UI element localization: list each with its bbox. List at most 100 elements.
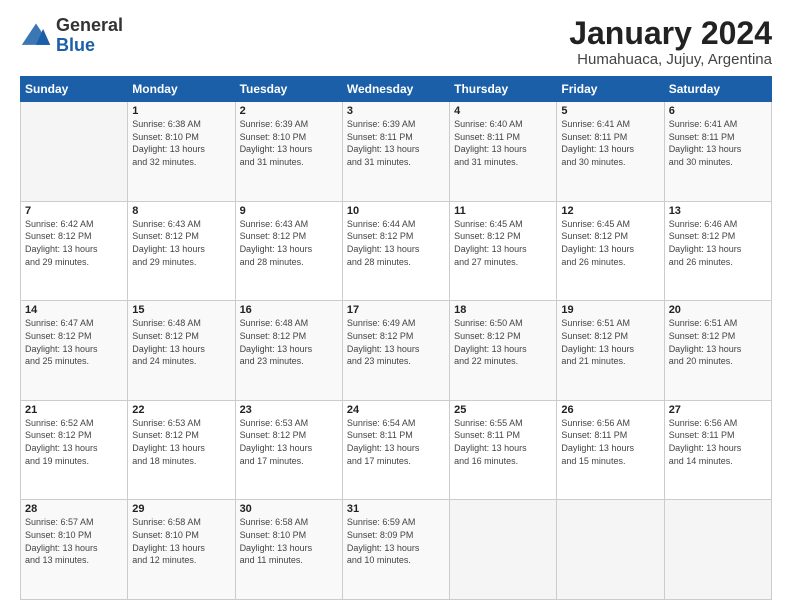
day-number: 19 — [561, 304, 659, 316]
day-number: 5 — [561, 105, 659, 117]
day-info: Sunrise: 6:40 AMSunset: 8:11 PMDaylight:… — [454, 118, 552, 168]
day-number: 3 — [347, 105, 445, 117]
day-number: 21 — [25, 404, 123, 416]
day-number: 30 — [240, 503, 338, 515]
day-info: Sunrise: 6:45 AMSunset: 8:12 PMDaylight:… — [454, 218, 552, 268]
logo: General Blue — [20, 16, 123, 56]
calendar-cell: 1Sunrise: 6:38 AMSunset: 8:10 PMDaylight… — [128, 102, 235, 202]
page: General Blue January 2024 Humahuaca, Juj… — [0, 0, 792, 612]
day-number: 4 — [454, 105, 552, 117]
day-info: Sunrise: 6:38 AMSunset: 8:10 PMDaylight:… — [132, 118, 230, 168]
calendar-cell: 24Sunrise: 6:54 AMSunset: 8:11 PMDayligh… — [342, 400, 449, 500]
calendar-cell — [664, 500, 771, 600]
calendar-cell: 20Sunrise: 6:51 AMSunset: 8:12 PMDayligh… — [664, 301, 771, 401]
day-info: Sunrise: 6:45 AMSunset: 8:12 PMDaylight:… — [561, 218, 659, 268]
day-number: 31 — [347, 503, 445, 515]
day-info: Sunrise: 6:39 AMSunset: 8:10 PMDaylight:… — [240, 118, 338, 168]
col-monday: Monday — [128, 77, 235, 102]
day-info: Sunrise: 6:47 AMSunset: 8:12 PMDaylight:… — [25, 317, 123, 367]
calendar-cell: 5Sunrise: 6:41 AMSunset: 8:11 PMDaylight… — [557, 102, 664, 202]
logo-text: General Blue — [56, 16, 123, 56]
calendar-cell: 11Sunrise: 6:45 AMSunset: 8:12 PMDayligh… — [450, 201, 557, 301]
day-info: Sunrise: 6:50 AMSunset: 8:12 PMDaylight:… — [454, 317, 552, 367]
calendar-subtitle: Humahuaca, Jujuy, Argentina — [569, 51, 772, 68]
calendar-cell: 23Sunrise: 6:53 AMSunset: 8:12 PMDayligh… — [235, 400, 342, 500]
logo-icon — [20, 20, 52, 52]
day-info: Sunrise: 6:56 AMSunset: 8:11 PMDaylight:… — [669, 417, 767, 467]
day-number: 10 — [347, 205, 445, 217]
calendar-cell: 6Sunrise: 6:41 AMSunset: 8:11 PMDaylight… — [664, 102, 771, 202]
calendar-cell: 22Sunrise: 6:53 AMSunset: 8:12 PMDayligh… — [128, 400, 235, 500]
calendar-cell: 14Sunrise: 6:47 AMSunset: 8:12 PMDayligh… — [21, 301, 128, 401]
day-info: Sunrise: 6:51 AMSunset: 8:12 PMDaylight:… — [669, 317, 767, 367]
day-number: 29 — [132, 503, 230, 515]
day-number: 26 — [561, 404, 659, 416]
day-info: Sunrise: 6:43 AMSunset: 8:12 PMDaylight:… — [132, 218, 230, 268]
calendar-cell: 19Sunrise: 6:51 AMSunset: 8:12 PMDayligh… — [557, 301, 664, 401]
day-number: 1 — [132, 105, 230, 117]
day-number: 14 — [25, 304, 123, 316]
day-info: Sunrise: 6:58 AMSunset: 8:10 PMDaylight:… — [240, 516, 338, 566]
day-number: 17 — [347, 304, 445, 316]
calendar-cell — [450, 500, 557, 600]
day-number: 6 — [669, 105, 767, 117]
day-info: Sunrise: 6:39 AMSunset: 8:11 PMDaylight:… — [347, 118, 445, 168]
day-info: Sunrise: 6:43 AMSunset: 8:12 PMDaylight:… — [240, 218, 338, 268]
day-info: Sunrise: 6:59 AMSunset: 8:09 PMDaylight:… — [347, 516, 445, 566]
day-number: 11 — [454, 205, 552, 217]
day-number: 27 — [669, 404, 767, 416]
calendar-cell: 17Sunrise: 6:49 AMSunset: 8:12 PMDayligh… — [342, 301, 449, 401]
header: General Blue January 2024 Humahuaca, Juj… — [20, 16, 772, 68]
logo-general-text: General — [56, 15, 123, 35]
week-row-2: 7Sunrise: 6:42 AMSunset: 8:12 PMDaylight… — [21, 201, 772, 301]
col-friday: Friday — [557, 77, 664, 102]
calendar-cell: 15Sunrise: 6:48 AMSunset: 8:12 PMDayligh… — [128, 301, 235, 401]
calendar-cell: 28Sunrise: 6:57 AMSunset: 8:10 PMDayligh… — [21, 500, 128, 600]
calendar-cell: 26Sunrise: 6:56 AMSunset: 8:11 PMDayligh… — [557, 400, 664, 500]
day-info: Sunrise: 6:58 AMSunset: 8:10 PMDaylight:… — [132, 516, 230, 566]
day-info: Sunrise: 6:57 AMSunset: 8:10 PMDaylight:… — [25, 516, 123, 566]
day-number: 20 — [669, 304, 767, 316]
day-number: 16 — [240, 304, 338, 316]
day-number: 7 — [25, 205, 123, 217]
day-number: 2 — [240, 105, 338, 117]
calendar-cell: 12Sunrise: 6:45 AMSunset: 8:12 PMDayligh… — [557, 201, 664, 301]
calendar-cell: 21Sunrise: 6:52 AMSunset: 8:12 PMDayligh… — [21, 400, 128, 500]
col-tuesday: Tuesday — [235, 77, 342, 102]
calendar-cell: 30Sunrise: 6:58 AMSunset: 8:10 PMDayligh… — [235, 500, 342, 600]
col-saturday: Saturday — [664, 77, 771, 102]
day-info: Sunrise: 6:44 AMSunset: 8:12 PMDaylight:… — [347, 218, 445, 268]
calendar-cell: 16Sunrise: 6:48 AMSunset: 8:12 PMDayligh… — [235, 301, 342, 401]
calendar-cell: 13Sunrise: 6:46 AMSunset: 8:12 PMDayligh… — [664, 201, 771, 301]
col-sunday: Sunday — [21, 77, 128, 102]
day-number: 12 — [561, 205, 659, 217]
calendar-table: Sunday Monday Tuesday Wednesday Thursday… — [20, 76, 772, 600]
calendar-cell: 18Sunrise: 6:50 AMSunset: 8:12 PMDayligh… — [450, 301, 557, 401]
day-info: Sunrise: 6:42 AMSunset: 8:12 PMDaylight:… — [25, 218, 123, 268]
day-number: 25 — [454, 404, 552, 416]
week-row-1: 1Sunrise: 6:38 AMSunset: 8:10 PMDaylight… — [21, 102, 772, 202]
day-info: Sunrise: 6:56 AMSunset: 8:11 PMDaylight:… — [561, 417, 659, 467]
week-row-4: 21Sunrise: 6:52 AMSunset: 8:12 PMDayligh… — [21, 400, 772, 500]
day-info: Sunrise: 6:51 AMSunset: 8:12 PMDaylight:… — [561, 317, 659, 367]
day-number: 9 — [240, 205, 338, 217]
day-number: 15 — [132, 304, 230, 316]
day-number: 8 — [132, 205, 230, 217]
calendar-cell — [21, 102, 128, 202]
day-number: 28 — [25, 503, 123, 515]
calendar-cell: 27Sunrise: 6:56 AMSunset: 8:11 PMDayligh… — [664, 400, 771, 500]
calendar-cell: 31Sunrise: 6:59 AMSunset: 8:09 PMDayligh… — [342, 500, 449, 600]
calendar-cell: 4Sunrise: 6:40 AMSunset: 8:11 PMDaylight… — [450, 102, 557, 202]
calendar-cell: 10Sunrise: 6:44 AMSunset: 8:12 PMDayligh… — [342, 201, 449, 301]
calendar-cell: 25Sunrise: 6:55 AMSunset: 8:11 PMDayligh… — [450, 400, 557, 500]
day-number: 13 — [669, 205, 767, 217]
day-info: Sunrise: 6:53 AMSunset: 8:12 PMDaylight:… — [240, 417, 338, 467]
calendar-cell: 2Sunrise: 6:39 AMSunset: 8:10 PMDaylight… — [235, 102, 342, 202]
day-info: Sunrise: 6:55 AMSunset: 8:11 PMDaylight:… — [454, 417, 552, 467]
title-block: January 2024 Humahuaca, Jujuy, Argentina — [569, 16, 772, 68]
day-number: 23 — [240, 404, 338, 416]
day-info: Sunrise: 6:48 AMSunset: 8:12 PMDaylight:… — [240, 317, 338, 367]
week-row-5: 28Sunrise: 6:57 AMSunset: 8:10 PMDayligh… — [21, 500, 772, 600]
logo-blue-text: Blue — [56, 35, 95, 55]
col-wednesday: Wednesday — [342, 77, 449, 102]
